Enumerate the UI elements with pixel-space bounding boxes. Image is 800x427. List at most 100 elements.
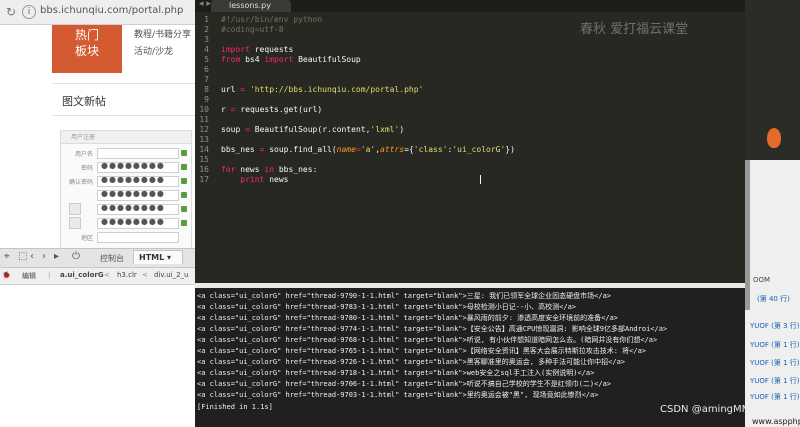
console-line: <a class="ui_colorG" href="thread-9780-1… <box>197 314 619 322</box>
code-line: url = 'http://bbs.ichunqiu.com/portal.ph… <box>221 85 424 94</box>
hot-block-button[interactable]: 热门 板块 <box>52 25 122 73</box>
crumb-item[interactable]: a.ui_colorG <box>60 271 104 279</box>
code-line: #coding=utf-8 <box>221 25 284 34</box>
forward-icon[interactable]: › <box>42 251 46 262</box>
code-line: r = requests.get(url) <box>221 105 323 114</box>
crumb-separator: < <box>104 271 110 279</box>
form-field <box>97 148 179 159</box>
console-line: <a class="ui_colorG" href="thread-9726-1… <box>197 358 626 366</box>
post-thumbnail[interactable]: 用户注册 用户名 密码 ●●●●●●●● 确认密码 ●●●●●●●● ●●●●●… <box>60 130 192 252</box>
console-line: <a class="ui_colorG" href="thread-9790-1… <box>197 292 612 300</box>
form-label: 确认密码 <box>68 179 93 186</box>
rs-item[interactable]: (第 40 行) <box>757 294 790 304</box>
form-field <box>97 232 179 243</box>
url-text[interactable]: bbs.ichunqiu.com/portal.php <box>40 5 183 16</box>
crumb-item[interactable]: div.ui_2_u <box>154 271 188 279</box>
hot-block-line2: 板块 <box>74 44 99 58</box>
editor-tabbar: ◂ ▸ lessons.py <box>195 0 745 12</box>
text-cursor <box>480 175 481 184</box>
edit-button[interactable]: 编辑 <box>22 271 36 281</box>
console-finished-line: [Finished in 1.1s] <box>197 403 273 411</box>
image-placeholder-icon <box>69 203 81 215</box>
check-icon <box>181 178 187 184</box>
back-icon[interactable]: ‹ <box>30 251 34 262</box>
form-field: ●●●●●●●● <box>97 189 179 201</box>
form-row: 地区 <box>61 231 191 245</box>
console-line: <a class="ui_colorG" href="thread-9768-1… <box>197 336 658 344</box>
check-icon <box>181 164 187 170</box>
flame-logo-icon <box>767 128 781 148</box>
rs-item[interactable]: YUOF (第 3 行) <box>750 321 800 331</box>
console-line: <a class="ui_colorG" href="thread-9718-1… <box>197 369 595 377</box>
form-field: ●●●●●●●● <box>97 203 179 215</box>
code-editor[interactable]: ◂ ▸ lessons.py 1 2 3 4 5 6 7 8 9 10 11 1… <box>195 0 745 283</box>
topic-link-books[interactable]: 教程/书籍分享 <box>134 27 191 44</box>
form-label: 地区 <box>80 235 93 242</box>
hot-block-line1: 热门 <box>74 28 99 42</box>
rs-item: OOM <box>753 276 771 284</box>
code-line: bbs_nes = soup.find_all(name='a',attrs={… <box>221 145 515 154</box>
code-line: soup = BeautifulSoup(r.content,'lxml') <box>221 125 405 134</box>
tab-arrows-icon[interactable]: ◂ ▸ <box>199 0 211 9</box>
form-field: ●●●●●●●● <box>97 175 179 187</box>
inspect-icon[interactable]: ⌖ <box>4 251 10 262</box>
check-icon <box>181 206 187 212</box>
file-tab[interactable]: lessons.py <box>211 0 291 12</box>
csdn-watermark: CSDN @amingMM <box>660 404 751 415</box>
check-icon <box>181 150 187 156</box>
watermark-logo: 春秋 爱打福云课堂 <box>580 22 689 37</box>
form-row: 密码 ●●●●●●●● <box>61 161 191 175</box>
web-page: 热门 板块 教程/书籍分享 活动/沙龙 图文新帖 用户注册 用户名 密码 ●●●… <box>0 25 195 255</box>
tab-console[interactable]: 控制台 <box>100 253 124 264</box>
image-placeholder-icon <box>69 217 81 229</box>
site-watermark: www.aspphp.online <box>752 417 800 426</box>
reload-icon[interactable]: ↻ <box>6 5 16 19</box>
tab-html[interactable]: HTML ▾ <box>133 250 183 264</box>
info-icon[interactable]: i <box>22 5 36 19</box>
form-label: 密码 <box>80 165 93 172</box>
form-field: ●●●●●●●● <box>97 217 179 229</box>
devtools-toolbar: ⌖ ⬚ ‹ › ▸ ⏻ 控制台 HTML ▾ <box>0 248 195 268</box>
breadcrumb: 🐞 编辑 | a.ui_colorG < h3.clr < div.ui_2_u <box>0 268 195 285</box>
devtools-panel <box>0 285 195 427</box>
scrollbar[interactable] <box>745 160 750 310</box>
code-line: print news <box>240 175 289 184</box>
console-line: <a class="ui_colorG" href="thread-9706-1… <box>197 380 612 388</box>
console-line: <a class="ui_colorG" href="thread-9703-1… <box>197 391 599 399</box>
step-icon[interactable]: ▸ <box>54 251 59 262</box>
form-row: ●●●●●●●● <box>61 189 191 203</box>
form-row: 确认密码 ●●●●●●●● <box>61 175 191 189</box>
rs-item[interactable]: YUOF (第 1 行) <box>750 358 800 368</box>
console-line: <a class="ui_colorG" href="thread-9774-1… <box>197 325 668 333</box>
topic-links: 教程/书籍分享 活动/沙龙 <box>134 27 191 61</box>
divider <box>52 83 195 84</box>
address-bar[interactable]: ↻ i bbs.ichunqiu.com/portal.php <box>0 0 195 25</box>
browser-window: ↻ i bbs.ichunqiu.com/portal.php 热门 板块 教程… <box>0 0 195 427</box>
topic-link-events[interactable]: 活动/沙龙 <box>134 44 191 61</box>
section-title: 图文新帖 <box>62 95 106 108</box>
form-field: ●●●●●●●● <box>97 161 179 173</box>
crumb-item[interactable]: h3.clr <box>117 271 137 279</box>
check-icon <box>181 192 187 198</box>
form-row: 用户名 <box>61 147 191 161</box>
thumbnail-header-text: 用户注册 <box>71 134 96 141</box>
crumb-separator: | <box>48 271 51 279</box>
code-line: #!/usr/bin/env python <box>221 15 323 24</box>
power-icon[interactable]: ⏻ <box>72 251 80 262</box>
rs-item[interactable]: YUOF (第 1 行) <box>750 340 800 350</box>
console-line: <a class="ui_colorG" href="thread-9765-1… <box>197 347 647 355</box>
bug-icon: 🐞 <box>2 271 11 279</box>
cursor-icon[interactable]: ⬚ <box>18 251 27 262</box>
divider <box>52 115 195 116</box>
rs-item[interactable]: YUOF (第 1 行) <box>750 392 800 402</box>
crumb-separator: < <box>142 271 148 279</box>
rs-item[interactable]: YUOF (第 1 行) <box>750 376 800 386</box>
check-icon <box>181 220 187 226</box>
code-line: import requests <box>221 45 294 54</box>
code-line: for news in bbs_nes: <box>221 165 318 174</box>
code-line: from bs4 import BeautifulSoup <box>221 55 361 64</box>
right-panel: OOM (第 40 行) YUOF (第 3 行) YUOF (第 1 行) Y… <box>745 0 800 427</box>
code-area[interactable]: #!/usr/bin/env python #coding=utf-8 import… <box>195 12 745 283</box>
form-label: 用户名 <box>74 151 93 158</box>
console-line: <a class="ui_colorG" href="thread-9783-1… <box>197 303 577 311</box>
